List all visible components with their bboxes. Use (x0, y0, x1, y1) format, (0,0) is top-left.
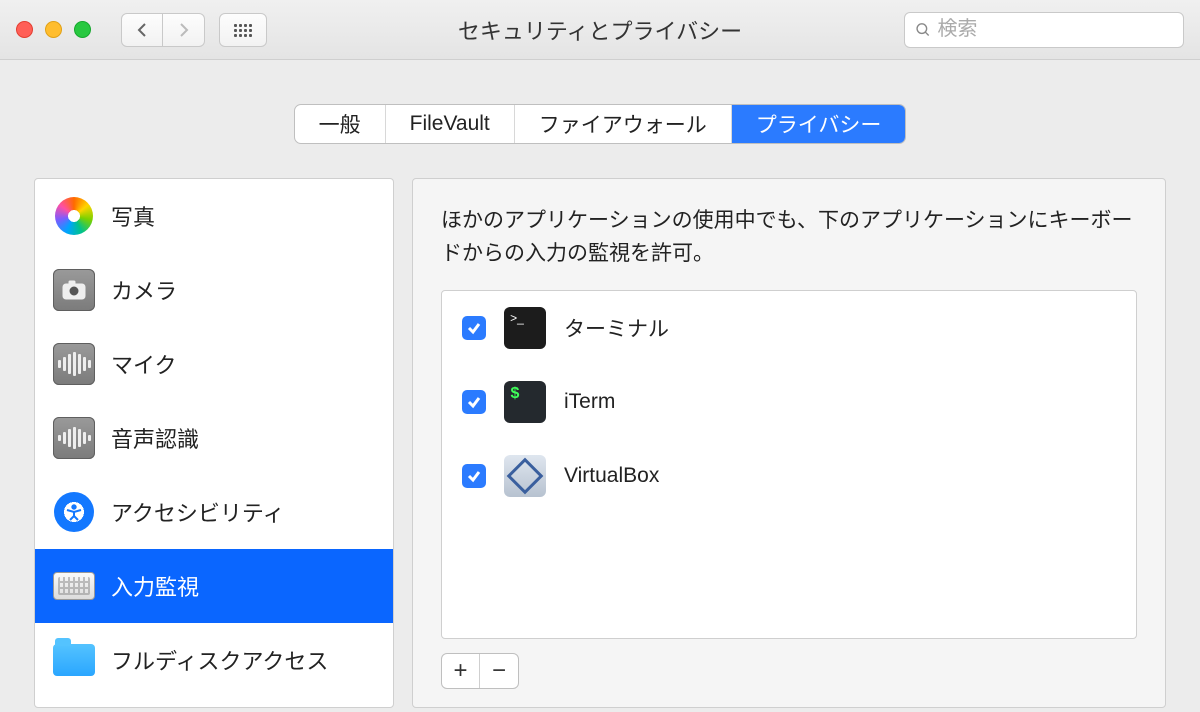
folder-icon (53, 639, 95, 681)
maximize-window-button[interactable] (74, 21, 91, 38)
show-all-button[interactable] (219, 13, 267, 47)
keyboard-icon (53, 565, 95, 607)
detail-pane: ほかのアプリケーションの使用中でも、下のアプリケーションにキーボードからの入力の… (412, 178, 1166, 708)
tab-general[interactable]: 一般 (295, 105, 386, 143)
camera-icon (53, 269, 95, 311)
app-row-virtualbox[interactable]: VirtualBox (442, 439, 1136, 513)
app-name-label: ターミナル (564, 313, 669, 343)
segmented-tabs: 一般 FileVault ファイアウォール プライバシー (294, 104, 907, 144)
privacy-sidebar: 写真 カメラ マイク 音声認識 アクセシビリティ (34, 178, 394, 708)
sidebar-item-label: アクセシビリティ (111, 496, 285, 528)
close-window-button[interactable] (16, 21, 33, 38)
sidebar-item-label: カメラ (111, 274, 177, 306)
sidebar-item-full-disk[interactable]: フルディスクアクセス (35, 623, 393, 697)
sidebar-item-label: マイク (111, 348, 177, 380)
tab-privacy[interactable]: プライバシー (732, 105, 906, 143)
virtualbox-icon (504, 455, 546, 497)
grid-icon (233, 23, 253, 37)
sidebar-item-label: 音声認識 (111, 422, 199, 454)
sidebar-item-camera[interactable]: カメラ (35, 253, 393, 327)
sidebar-item-accessibility[interactable]: アクセシビリティ (35, 475, 393, 549)
sidebar-item-label: 入力監視 (111, 570, 199, 602)
titlebar: セキュリティとプライバシー (0, 0, 1200, 60)
tab-firewall[interactable]: ファイアウォール (515, 105, 732, 143)
iterm-icon (504, 381, 546, 423)
accessibility-icon (53, 491, 95, 533)
remove-button[interactable]: − (480, 654, 518, 688)
sidebar-item-input-monitoring[interactable]: 入力監視 (35, 549, 393, 623)
search-field[interactable] (904, 12, 1184, 48)
app-list: ターミナル iTerm VirtualBox (441, 290, 1137, 639)
sidebar-item-photos[interactable]: 写真 (35, 179, 393, 253)
add-remove-control: + − (441, 653, 519, 689)
sidebar-item-label: フルディスクアクセス (111, 644, 328, 676)
mic-icon (53, 343, 95, 385)
app-row-iterm[interactable]: iTerm (442, 365, 1136, 439)
sidebar-item-microphone[interactable]: マイク (35, 327, 393, 401)
checkbox-virtualbox[interactable] (462, 464, 486, 488)
app-name-label: VirtualBox (564, 464, 659, 488)
app-name-label: iTerm (564, 390, 615, 414)
content-area: 写真 カメラ マイク 音声認識 アクセシビリティ (0, 144, 1200, 708)
add-button[interactable]: + (442, 654, 480, 688)
forward-button[interactable] (163, 13, 205, 47)
tabs-row: 一般 FileVault ファイアウォール プライバシー (0, 60, 1200, 144)
window-controls (16, 21, 91, 38)
checkbox-terminal[interactable] (462, 316, 486, 340)
minimize-window-button[interactable] (45, 21, 62, 38)
search-icon (915, 21, 931, 39)
sidebar-item-speech[interactable]: 音声認識 (35, 401, 393, 475)
photos-icon (53, 195, 95, 237)
search-input[interactable] (937, 18, 1173, 41)
pane-description: ほかのアプリケーションの使用中でも、下のアプリケーションにキーボードからの入力の… (441, 205, 1137, 270)
speech-icon (53, 417, 95, 459)
nav-buttons (121, 13, 205, 47)
tab-filevault[interactable]: FileVault (386, 105, 515, 143)
terminal-icon (504, 307, 546, 349)
app-row-terminal[interactable]: ターミナル (442, 291, 1136, 365)
checkbox-iterm[interactable] (462, 390, 486, 414)
back-button[interactable] (121, 13, 163, 47)
sidebar-item-label: 写真 (111, 200, 155, 232)
